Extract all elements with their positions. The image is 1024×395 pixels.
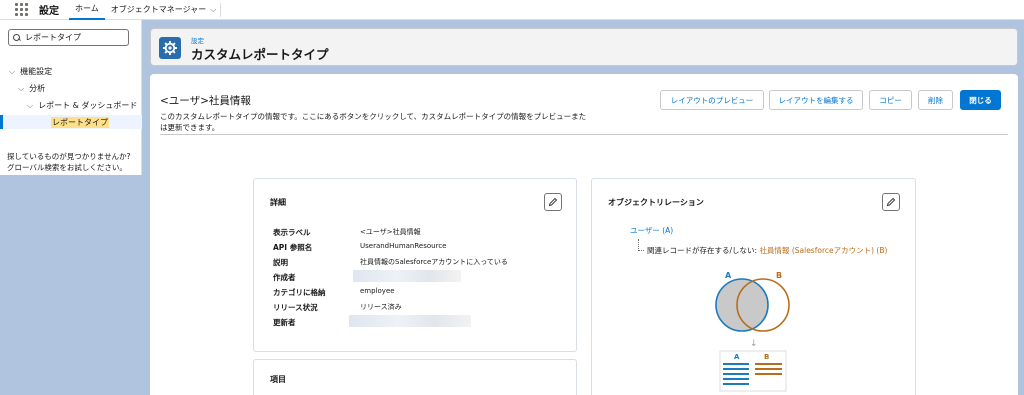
table-rows-b (755, 363, 782, 375)
global-header: 設定 ホーム オブジェクトマネージャー ⌵ (0, 0, 1024, 20)
pencil-icon (886, 197, 896, 207)
field-label: 更新者 (273, 318, 296, 327)
field-label: 説明 (273, 258, 288, 267)
tree-item-reports-dashboards[interactable]: ⌵ レポート & ダッシュボード (27, 100, 137, 111)
down-arrow-icon: ↓ (750, 339, 758, 349)
edit-relation-button[interactable] (882, 193, 900, 211)
venn-circle-a (715, 278, 769, 332)
venn-label-a: A (725, 271, 732, 280)
close-button[interactable]: 閉じる (960, 90, 1001, 110)
relation-tree-connector (638, 239, 644, 251)
field-value: employee (360, 287, 395, 295)
preview-layout-button[interactable]: レイアウトのプレビュー (660, 90, 764, 110)
details-section: 詳細 表示ラベル <ユーザ>社員情報 API 参照名 UserandHumanR… (253, 178, 577, 352)
report-type-title: <ユーザ>社員情報 (160, 95, 251, 107)
pencil-icon (548, 197, 558, 207)
tab-home-label: ホーム (75, 4, 99, 13)
section-title: オブジェクトリレーション (608, 198, 704, 207)
field-value: <ユーザ>社員情報 (360, 228, 421, 236)
tree-item-analytics[interactable]: ⌵ 分析 (18, 83, 45, 94)
app-name: 設定 (39, 6, 59, 17)
delete-button[interactable]: 削除 (918, 90, 953, 110)
app-launcher-icon[interactable] (15, 2, 29, 17)
field-label: リリース状況 (273, 303, 318, 312)
chevron-down-icon[interactable]: ⌵ (210, 5, 216, 15)
tree-item-label: 機能設定 (20, 67, 53, 76)
relation-child-prefix: 関連レコードが存在する/しない: (647, 246, 760, 255)
not-found-line: 探しているものが見つかりませんか? (7, 152, 131, 161)
not-found-hint: 探しているものが見つかりませんか? グローバル検索をお試しください。 (7, 151, 139, 173)
field-label: API 参照名 (273, 243, 313, 252)
chevron-down-icon[interactable]: ⌵ (9, 67, 15, 77)
gear-icon (159, 37, 181, 59)
section-title: 項目 (270, 375, 286, 384)
tab-home[interactable]: ホーム (69, 0, 105, 20)
chevron-down-icon[interactable]: ⌵ (18, 84, 24, 94)
setup-sidebar: ⌵ 機能設定 ⌵ 分析 ⌵ レポート & ダッシュボード レポートタイプ 探しているも… (0, 20, 142, 175)
venn-label-b: B (776, 271, 782, 280)
page-title: カスタムレポートタイプ (191, 47, 329, 62)
quick-find-input[interactable] (25, 33, 125, 42)
copy-button[interactable]: コピー (869, 90, 912, 110)
description-line: このカスタムレポートタイプの情報です。ここにあるボタンをクリックして、カスタムレ… (160, 112, 587, 121)
table-label-b: B (764, 353, 769, 361)
tree-item-label: 分析 (29, 84, 46, 93)
edit-layout-button[interactable]: レイアウトを編集する (769, 90, 863, 110)
field-label: 作成者 (273, 273, 296, 282)
field-label: カテゴリに格納 (273, 288, 326, 297)
tree-item-label: レポートタイプ (51, 117, 109, 128)
field-value: リリース済み (360, 303, 402, 311)
redacted-value (353, 270, 461, 282)
tree-item-feature-settings[interactable]: ⌵ 機能設定 (9, 66, 52, 77)
relation-child-link[interactable]: 社員情報 (Salesforceアカウント) (B) (759, 246, 887, 255)
section-title: 詳細 (270, 198, 286, 207)
report-type-description: このカスタムレポートタイプの情報です。ここにあるボタンをクリックして、カスタムレ… (160, 111, 590, 133)
nav-divider (220, 3, 221, 17)
fields-section: 項目 (253, 359, 577, 395)
not-found-line: グローバル検索をお試しください。 (7, 163, 127, 172)
tree-item-report-types[interactable]: レポートタイプ (0, 115, 142, 129)
page-header: 設定 カスタムレポートタイプ (150, 28, 1018, 66)
divider (160, 134, 1008, 135)
table-label-a: A (734, 353, 740, 361)
field-value: UserandHumanResource (360, 242, 447, 250)
relation-root-object: ユーザー (A) (630, 226, 674, 235)
redacted-value (349, 315, 471, 327)
tab-object-manager-label: オブジェクトマネージャー (110, 5, 207, 14)
field-label: 表示ラベル (273, 228, 311, 237)
relation-venn-diagram: A B ↓ A B (715, 271, 790, 392)
edit-details-button[interactable] (544, 193, 562, 211)
search-icon (13, 33, 21, 42)
tab-object-manager[interactable]: オブジェクトマネージャー ⌵ (105, 0, 223, 20)
relation-child-object: 関連レコードが存在する/しない: 社員情報 (Salesforceアカウント) … (647, 245, 887, 256)
quick-find-box[interactable] (8, 29, 129, 46)
chevron-down-icon[interactable]: ⌵ (27, 101, 33, 111)
description-line: は更新できます。 (160, 123, 220, 132)
field-value: 社員情報のSalesforceアカウントに入っている (360, 258, 508, 266)
tree-item-label: レポート & ダッシュボード (38, 101, 138, 110)
